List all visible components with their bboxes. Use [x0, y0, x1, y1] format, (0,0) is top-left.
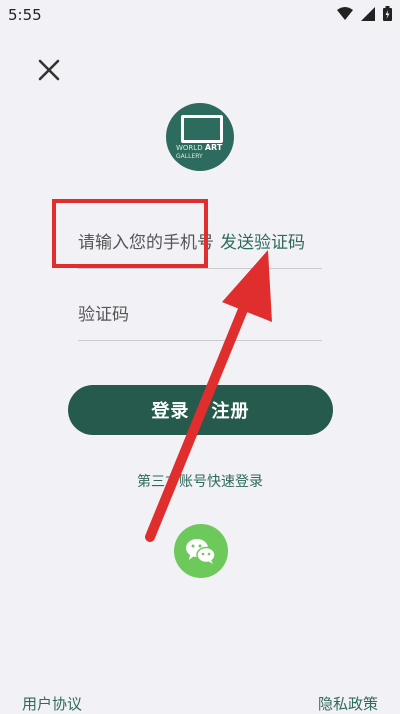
app-logo: WORLD ART GALLERY — [166, 103, 234, 171]
status-icons — [337, 6, 392, 21]
logo-frame — [181, 115, 223, 143]
privacy-policy-link[interactable]: 隐私政策 — [318, 693, 378, 714]
logo-text-line1: WORLD ART — [176, 143, 223, 152]
status-time: 5:55 — [8, 6, 42, 24]
wechat-icon — [186, 539, 216, 564]
wechat-login-button[interactable] — [174, 524, 228, 578]
annotation-highlight-box — [52, 199, 208, 268]
send-code-button[interactable]: 发送验证码 — [220, 228, 305, 253]
login-register-button[interactable]: 登录 / 注册 — [68, 385, 333, 435]
status-bar: 5:55 — [0, 0, 400, 30]
close-icon — [38, 59, 60, 81]
close-button[interactable] — [34, 55, 64, 85]
third-party-login-label: 第三方账号快速登录 — [137, 474, 263, 490]
logo-text-line2: GALLERY — [176, 153, 203, 160]
wifi-icon — [337, 6, 353, 20]
user-agreement-link[interactable]: 用户协议 — [22, 693, 82, 714]
signal-icon — [361, 6, 375, 21]
verification-code-input[interactable]: 验证码 — [78, 300, 129, 325]
battery-icon — [383, 6, 392, 21]
code-row: 验证码 — [78, 296, 322, 341]
